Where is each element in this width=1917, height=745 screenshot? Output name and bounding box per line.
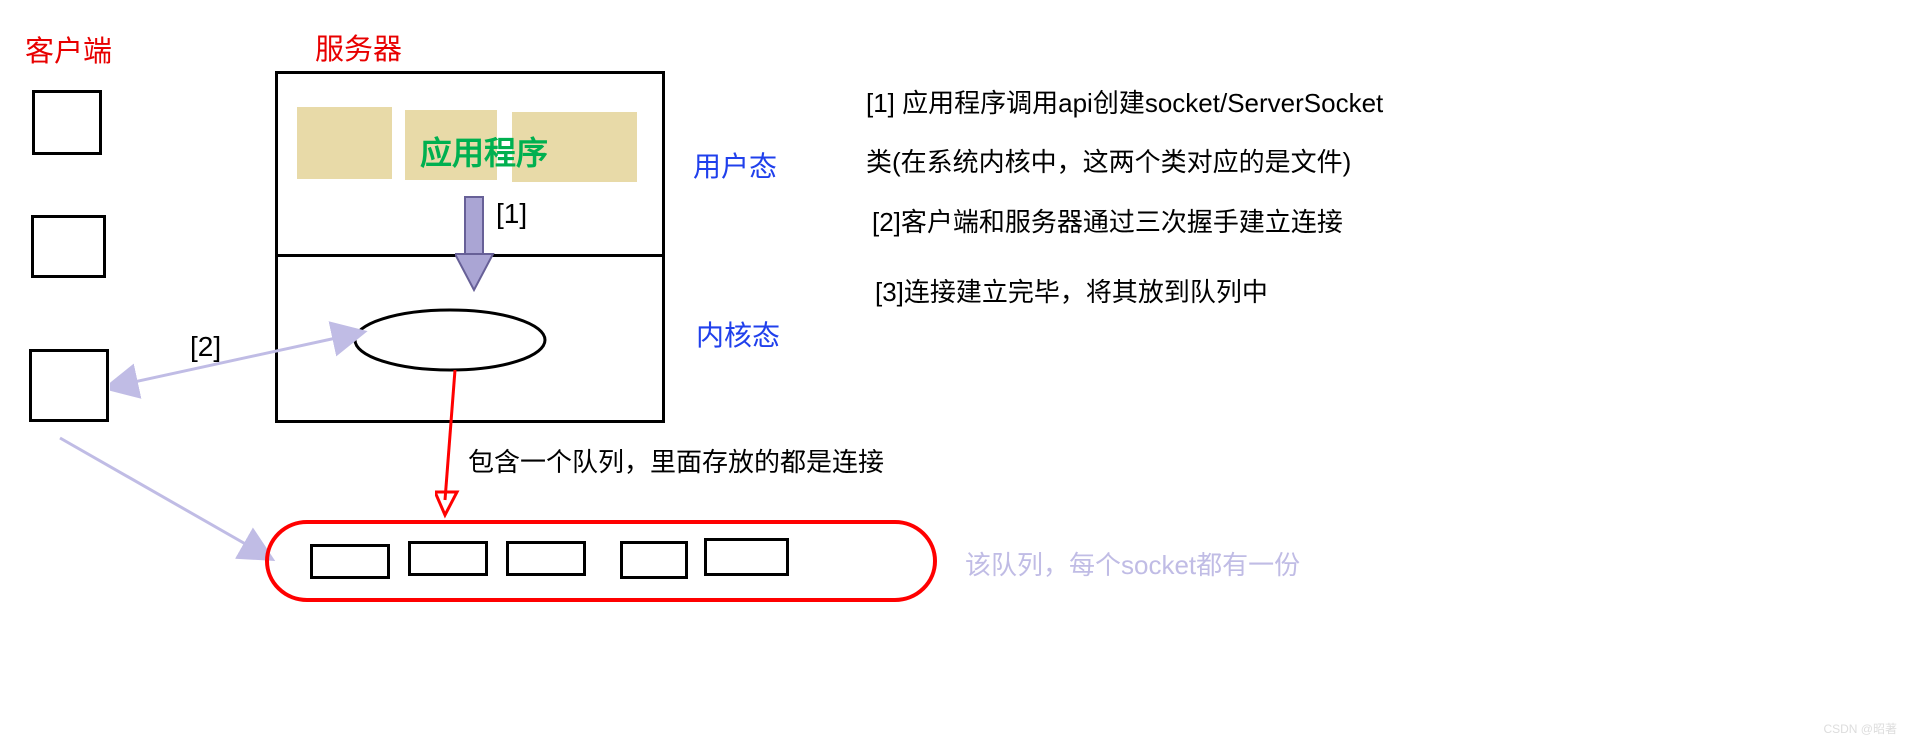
queue-item-3	[506, 541, 586, 576]
queue-item-5	[704, 538, 789, 576]
arrow-client-queue-icon	[50, 428, 290, 578]
arrow-1-down-icon	[455, 192, 495, 292]
arrow-2-bidirectional-icon	[110, 320, 370, 400]
explain-1a: [1] 应用程序调用api创建socket/ServerSocket	[866, 83, 1383, 120]
queue-note: 该队列，每个socket都有一份	[965, 545, 1300, 582]
queue-item-4	[620, 541, 688, 579]
queue-item-2	[408, 541, 488, 576]
explain-3: [3]连接建立完毕，将其放到队列中	[875, 272, 1268, 309]
client-label: 客户端	[25, 28, 112, 70]
client-box-1	[32, 90, 102, 155]
client-box-3	[29, 349, 109, 422]
user-mode-label: 用户态	[693, 145, 777, 185]
beige-box-1	[297, 107, 392, 179]
queue-desc: 包含一个队列，里面存放的都是连接	[468, 442, 884, 479]
queue-item-1	[310, 544, 390, 579]
app-label: 应用程序	[420, 128, 548, 174]
kernel-ellipse-icon	[350, 305, 550, 375]
kernel-mode-label: 内核态	[696, 314, 780, 354]
explain-2: [2]客户端和服务器通过三次握手建立连接	[872, 202, 1343, 239]
server-label: 服务器	[315, 26, 402, 68]
explain-1b: 类(在系统内核中，这两个类对应的是文件)	[866, 142, 1351, 179]
step1-ref: [1]	[496, 198, 527, 230]
watermark: CSDN @昭著	[1823, 720, 1897, 737]
client-box-2	[31, 215, 106, 278]
